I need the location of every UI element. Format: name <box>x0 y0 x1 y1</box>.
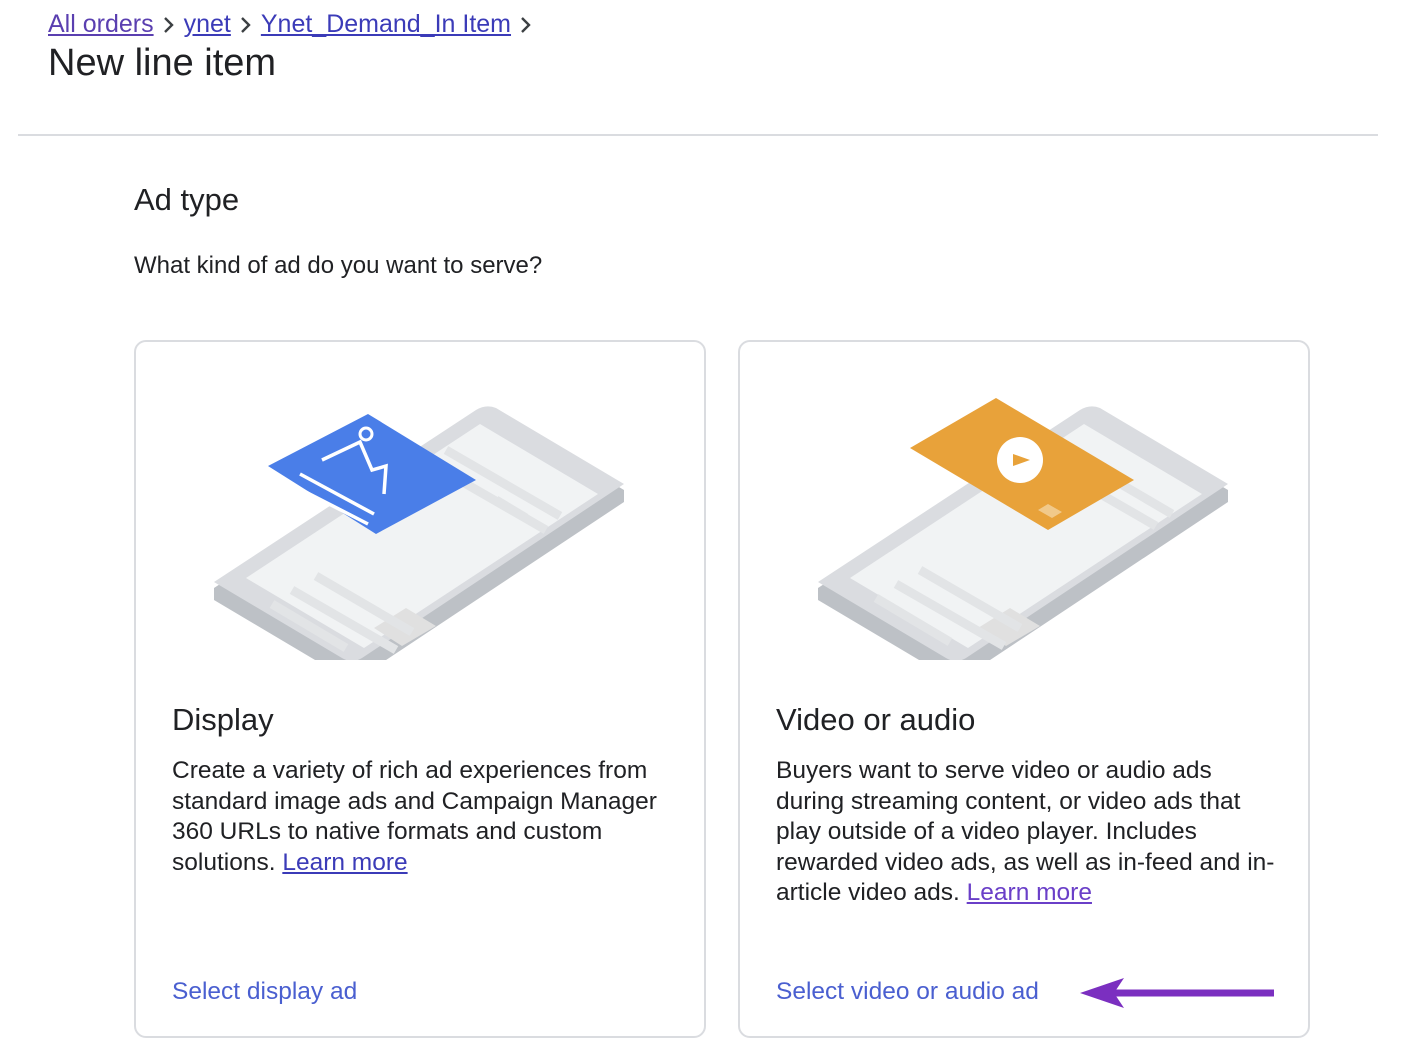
video-card-title: Video or audio <box>776 702 976 737</box>
display-learn-more-link[interactable]: Learn more <box>282 849 407 876</box>
page-title: New line item <box>48 42 277 84</box>
select-video-audio-ad-button[interactable]: Select video or audio ad <box>776 978 1039 1006</box>
breadcrumb-link-ynet[interactable]: ynet <box>184 10 231 39</box>
display-card-title: Display <box>172 702 274 737</box>
select-display-ad-button[interactable]: Select display ad <box>172 978 357 1006</box>
video-audio-ad-card[interactable]: Video or audio Buyers want to serve vide… <box>738 340 1310 1038</box>
breadcrumb-link-all-orders[interactable]: All orders <box>48 10 154 39</box>
chevron-right-icon <box>519 13 533 37</box>
display-card-description-text: Create a variety of rich ad experiences … <box>172 757 657 876</box>
arrow-left-icon <box>1080 978 1274 1008</box>
section-title-ad-type: Ad type <box>134 182 240 217</box>
display-ad-card[interactable]: Display Create a variety of rich ad expe… <box>134 340 706 1038</box>
display-card-description: Create a variety of rich ad experiences … <box>172 756 682 878</box>
video-ad-phone-illustration <box>818 398 1228 660</box>
breadcrumb-link-order-item[interactable]: Ynet_Demand_In Item <box>261 10 511 39</box>
breadcrumb: All orders ynet Ynet_Demand_In Item <box>48 10 533 39</box>
video-card-description: Buyers want to serve video or audio ads … <box>776 756 1286 909</box>
chevron-right-icon <box>239 13 253 37</box>
display-ad-phone-illustration <box>214 406 624 660</box>
video-learn-more-link[interactable]: Learn more <box>967 879 1092 906</box>
header-divider <box>18 134 1378 136</box>
chevron-right-icon <box>162 13 176 37</box>
section-question: What kind of ad do you want to serve? <box>134 252 543 279</box>
